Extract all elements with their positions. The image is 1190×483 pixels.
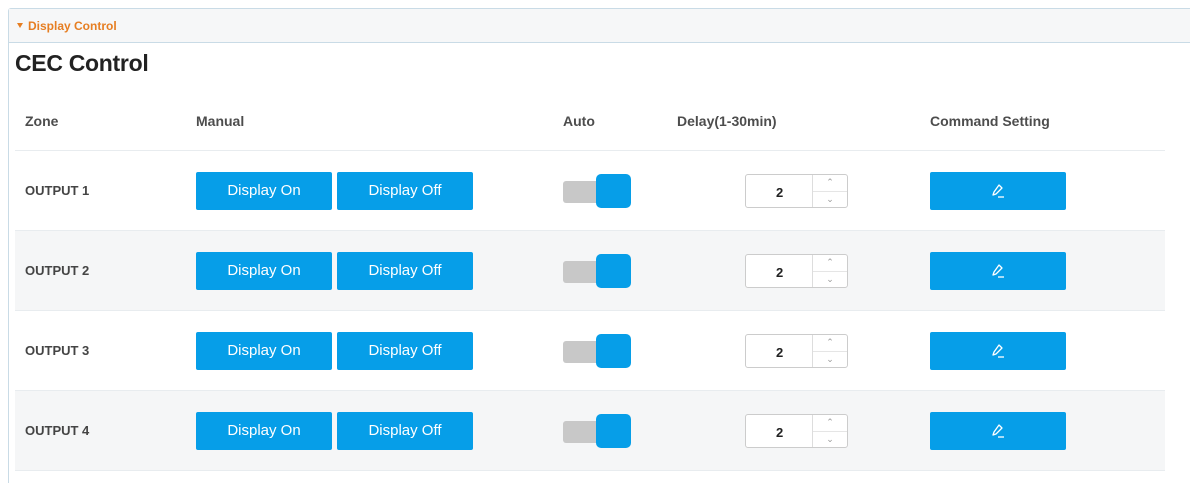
- delay-value: 2: [776, 264, 784, 280]
- edit-command-button[interactable]: [930, 251, 1066, 290]
- delay-stepper[interactable]: 2 ⌃ ⌄: [745, 253, 848, 288]
- display-on-button[interactable]: Display On: [196, 331, 332, 370]
- header-command-setting: Command Setting: [930, 113, 1050, 129]
- auto-toggle[interactable]: [563, 413, 631, 448]
- header-auto: Auto: [563, 113, 595, 129]
- zone-label: OUTPUT 3: [25, 343, 90, 358]
- pencil-icon: [992, 423, 1004, 438]
- zone-label: OUTPUT 2: [25, 263, 90, 278]
- delay-stepper[interactable]: 2 ⌃ ⌄: [745, 333, 848, 368]
- edit-command-button[interactable]: [930, 411, 1066, 450]
- display-off-button[interactable]: Display Off: [337, 171, 473, 210]
- pencil-icon: [992, 183, 1004, 198]
- zone-label: OUTPUT 4: [25, 423, 90, 438]
- manual-controls: Display On Display Off: [196, 331, 473, 370]
- table-row: OUTPUT 1 Display On Display Off 2 ⌃ ⌄: [15, 151, 1165, 231]
- stepper-arrows: ⌃ ⌄: [812, 334, 847, 368]
- display-off-button[interactable]: Display Off: [337, 331, 473, 370]
- table-row: OUTPUT 4 Display On Display Off 2 ⌃ ⌄: [15, 391, 1165, 471]
- edit-command-button[interactable]: [930, 331, 1066, 370]
- toggle-knob: [596, 253, 631, 288]
- manual-controls: Display On Display Off: [196, 251, 473, 290]
- header-delay: Delay(1-30min): [677, 113, 777, 129]
- toggle-knob: [596, 333, 631, 368]
- pencil-icon: [992, 343, 1004, 358]
- header-manual: Manual: [196, 113, 245, 129]
- table-row: OUTPUT 2 Display On Display Off 2 ⌃ ⌄: [15, 231, 1165, 311]
- display-on-button[interactable]: Display On: [196, 171, 332, 210]
- delay-value: 2: [776, 424, 784, 440]
- manual-controls: Display On Display Off: [196, 171, 473, 210]
- chevron-up-icon[interactable]: ⌃: [813, 175, 847, 192]
- panel-header[interactable]: Display Control: [9, 9, 1190, 43]
- stepper-arrows: ⌃ ⌄: [812, 254, 847, 288]
- table-header: Zone Manual Auto Delay(1-30min) Command …: [15, 92, 1165, 151]
- section-title: CEC Control: [15, 50, 149, 76]
- delay-stepper[interactable]: 2 ⌃ ⌄: [745, 413, 848, 448]
- toggle-knob: [596, 173, 631, 208]
- display-on-button[interactable]: Display On: [196, 251, 332, 290]
- auto-toggle[interactable]: [563, 173, 631, 208]
- display-off-button[interactable]: Display Off: [337, 411, 473, 450]
- auto-toggle[interactable]: [563, 253, 631, 288]
- manual-controls: Display On Display Off: [196, 411, 473, 450]
- chevron-down-icon[interactable]: ⌄: [813, 432, 847, 448]
- delay-value: 2: [776, 344, 784, 360]
- display-off-button[interactable]: Display Off: [337, 251, 473, 290]
- header-zone: Zone: [25, 113, 59, 129]
- display-on-button[interactable]: Display On: [196, 411, 332, 450]
- stepper-arrows: ⌃ ⌄: [812, 174, 847, 208]
- chevron-down-icon[interactable]: ⌄: [813, 272, 847, 288]
- chevron-up-icon[interactable]: ⌃: [813, 255, 847, 272]
- chevron-down-icon[interactable]: ⌄: [813, 352, 847, 368]
- delay-stepper[interactable]: 2 ⌃ ⌄: [745, 173, 848, 208]
- edit-command-button[interactable]: [930, 171, 1066, 210]
- toggle-knob: [596, 413, 631, 448]
- stepper-arrows: ⌃ ⌄: [812, 414, 847, 448]
- caret-down-icon[interactable]: [17, 23, 23, 28]
- cec-table: Zone Manual Auto Delay(1-30min) Command …: [15, 92, 1165, 471]
- auto-toggle[interactable]: [563, 333, 631, 368]
- zone-label: OUTPUT 1: [25, 183, 90, 198]
- delay-value: 2: [776, 184, 784, 200]
- pencil-icon: [992, 263, 1004, 278]
- chevron-up-icon[interactable]: ⌃: [813, 415, 847, 432]
- table-row: OUTPUT 3 Display On Display Off 2 ⌃ ⌄: [15, 311, 1165, 391]
- chevron-down-icon[interactable]: ⌄: [813, 192, 847, 208]
- panel-title[interactable]: Display Control: [28, 19, 117, 33]
- chevron-up-icon[interactable]: ⌃: [813, 335, 847, 352]
